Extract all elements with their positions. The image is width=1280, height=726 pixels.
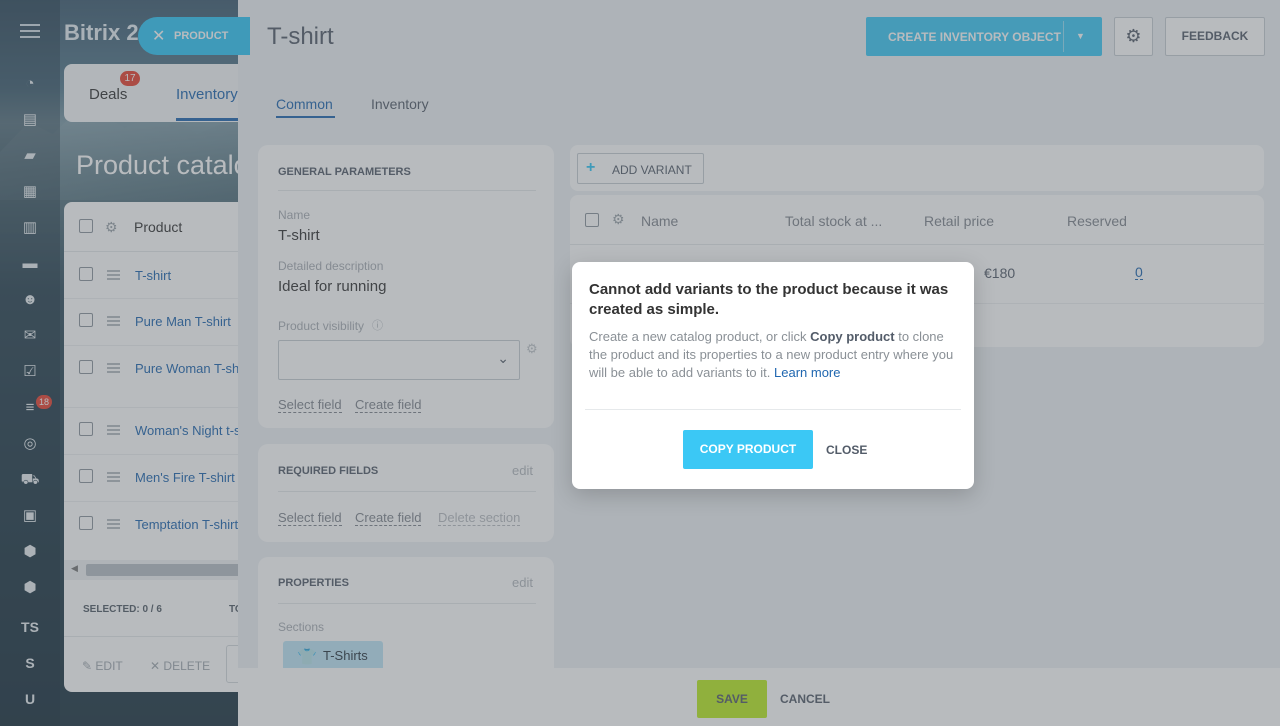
close-button[interactable]: CLOSE	[826, 443, 867, 457]
variant-error-dialog: Cannot add variants to the product becau…	[572, 262, 974, 489]
learn-more-link[interactable]: Learn more	[774, 365, 840, 380]
dialog-title: Cannot add variants to the product becau…	[589, 281, 949, 318]
divider	[585, 409, 961, 410]
body-text: Create a new catalog product, or click	[589, 329, 811, 344]
dialog-body: Create a new catalog product, or click C…	[589, 328, 961, 382]
copy-product-button[interactable]: COPY PRODUCT	[683, 430, 813, 469]
body-bold: Copy product	[810, 329, 895, 344]
